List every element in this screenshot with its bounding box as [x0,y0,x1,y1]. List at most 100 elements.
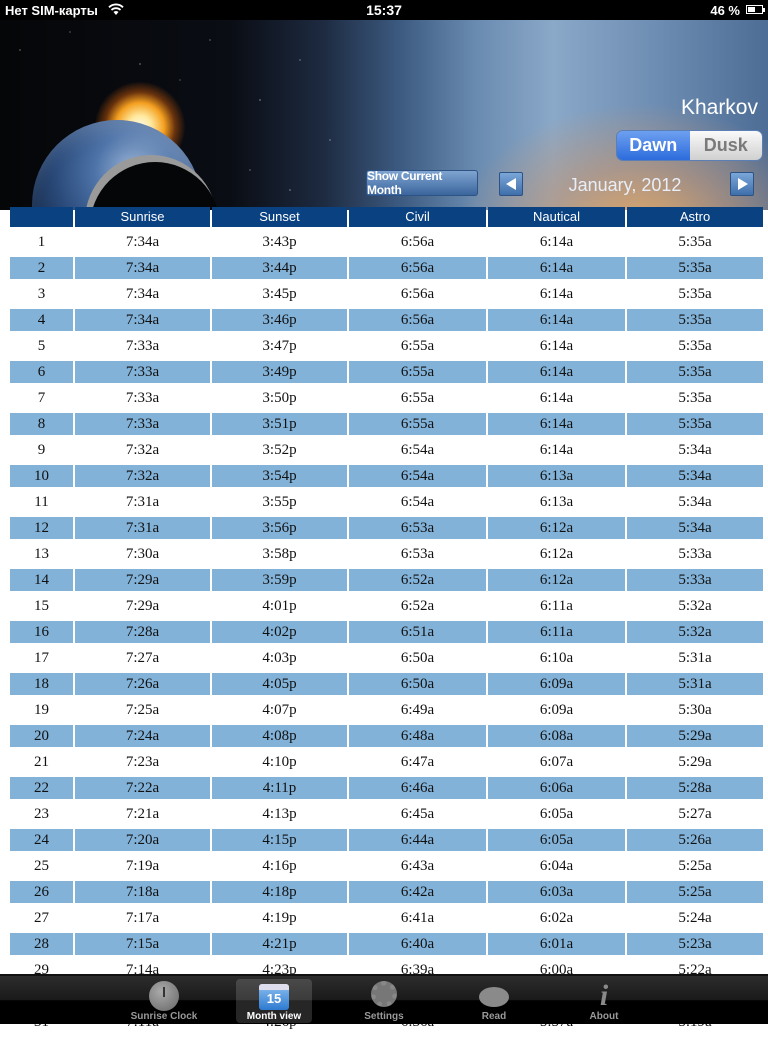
cell-nautical: 6:11a [488,595,625,617]
cell-nautical: 6:05a [488,829,625,851]
tab-settings[interactable]: Settings [346,979,422,1023]
cell-nautical: 6:14a [488,335,625,357]
table-row: 3 7:34a 3:45p 6:56a 6:14a 5:35a [10,283,763,307]
cell-astro: 5:27a [627,803,763,825]
cell-astro: 5:25a [627,881,763,903]
arrow-right-icon [738,178,748,190]
cell-sunset: 4:03p [212,647,347,669]
cell-sunset: 4:19p [212,907,347,929]
cell-sunset: 3:56p [212,517,347,539]
cell-nautical: 6:14a [488,387,625,409]
calendar-icon: 15 [259,984,289,1010]
cell-astro: 5:26a [627,829,763,851]
cell-nautical: 6:14a [488,257,625,279]
cell-day: 3 [10,283,73,305]
cell-nautical: 6:07a [488,751,625,773]
cell-civil: 6:56a [349,309,486,331]
cell-astro: 5:35a [627,413,763,435]
table-row: 21 7:23a 4:10p 6:47a 6:07a 5:29a [10,751,763,775]
table-header-row: Sunrise Sunset Civil Nautical Astro [10,207,763,229]
cell-sunset: 3:52p [212,439,347,461]
tab-month-view[interactable]: 15 Month view [236,979,312,1023]
column-header-nautical: Nautical [488,207,625,227]
cell-civil: 6:48a [349,725,486,747]
cell-sunset: 4:21p [212,933,347,955]
cell-civil: 6:56a [349,283,486,305]
cell-sunrise: 7:32a [75,439,210,461]
cell-civil: 6:51a [349,621,486,643]
cell-civil: 6:49a [349,699,486,721]
table-body: 1 7:34a 3:43p 6:56a 6:14a 5:35a 2 7:34a 3:44p 6:5… [10,231,763,1035]
cell-sunset: 4:11p [212,777,347,799]
city-name: Kharkov [680,96,758,119]
cell-nautical: 6:14a [488,413,625,435]
cell-astro: 5:29a [627,751,763,773]
cell-civil: 6:46a [349,777,486,799]
tab-sunrise-clock[interactable]: Sunrise Clock [126,979,202,1023]
cell-sunrise: 7:34a [75,257,210,279]
clock-icon [149,981,179,1011]
column-header-civil: Civil [349,207,486,227]
cell-astro: 5:35a [627,387,763,409]
info-icon: i [599,979,609,1012]
cell-day: 8 [10,413,73,435]
cell-astro: 5:23a [627,933,763,955]
cell-civil: 6:53a [349,543,486,565]
show-current-month-button[interactable]: Show Current Month [366,169,478,197]
cell-day: 4 [10,309,73,331]
cell-nautical: 6:13a [488,465,625,487]
segment-dawn[interactable]: Dawn [617,131,690,160]
cell-astro: 5:34a [627,439,763,461]
gear-icon [371,981,397,1007]
cell-nautical: 6:14a [488,309,625,331]
cell-astro: 5:29a [627,725,763,747]
cell-day: 28 [10,933,73,955]
table-row: 26 7:18a 4:18p 6:42a 6:03a 5:25a [10,881,763,905]
previous-month-button[interactable] [499,172,523,196]
table-row: 5 7:33a 3:47p 6:55a 6:14a 5:35a [10,335,763,359]
arrow-left-icon [506,178,516,190]
cell-day: 22 [10,777,73,799]
sun-times-table: Sunrise Sunset Civil Nautical Astro 1 7:3… [10,207,763,1037]
cell-sunrise: 7:33a [75,387,210,409]
cell-sunrise: 7:33a [75,413,210,435]
dawn-dusk-segmented-control[interactable]: Dawn Dusk [616,130,763,161]
cell-sunrise: 7:23a [75,751,210,773]
segment-dusk[interactable]: Dusk [689,131,762,160]
table-row: 6 7:33a 3:49p 6:55a 6:14a 5:35a [10,361,763,385]
cell-astro: 5:35a [627,309,763,331]
cell-astro: 5:33a [627,569,763,591]
cell-civil: 6:50a [349,673,486,695]
tab-about[interactable]: i About [566,979,642,1023]
cell-nautical: 6:13a [488,491,625,513]
cell-sunset: 4:15p [212,829,347,851]
cell-nautical: 6:12a [488,517,625,539]
cell-nautical: 6:04a [488,855,625,877]
cell-civil: 6:55a [349,387,486,409]
cell-sunset: 4:16p [212,855,347,877]
cell-day: 15 [10,595,73,617]
cell-day: 24 [10,829,73,851]
cell-sunset: 3:45p [212,283,347,305]
tab-read[interactable]: Read [456,979,532,1023]
cell-sunrise: 7:18a [75,881,210,903]
next-month-button[interactable] [730,172,754,196]
table-row: 15 7:29a 4:01p 6:52a 6:11a 5:32a [10,595,763,619]
cell-sunset: 3:54p [212,465,347,487]
cell-sunset: 4:05p [212,673,347,695]
cell-civil: 6:42a [349,881,486,903]
cell-astro: 5:35a [627,335,763,357]
battery-icon [746,5,765,14]
table-row: 20 7:24a 4:08p 6:48a 6:08a 5:29a [10,725,763,749]
clock-time: 15:37 [366,2,402,18]
cell-civil: 6:56a [349,257,486,279]
cell-day: 27 [10,907,73,929]
cell-astro: 5:31a [627,647,763,669]
cell-astro: 5:34a [627,465,763,487]
cell-civil: 6:55a [349,361,486,383]
cell-sunrise: 7:29a [75,595,210,617]
cell-astro: 5:24a [627,907,763,929]
column-header-sunrise: Sunrise [75,207,210,227]
cell-civil: 6:55a [349,335,486,357]
cell-day: 17 [10,647,73,669]
